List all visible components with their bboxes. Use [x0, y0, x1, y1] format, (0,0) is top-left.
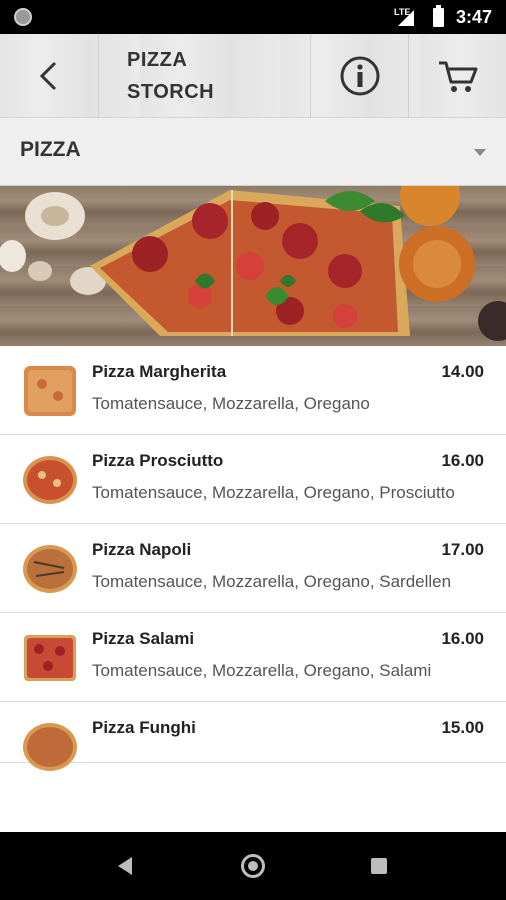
title-line-2: STORCH — [127, 81, 215, 103]
item-price: 17.00 — [441, 540, 484, 559]
clock: 3:47 — [456, 7, 493, 27]
cart-icon — [438, 61, 477, 92]
nav-home-icon[interactable] — [241, 854, 265, 878]
item-description: Tomatensauce, Mozzarella, Oregano, Sarde… — [92, 572, 452, 591]
item-price: 15.00 — [441, 718, 484, 737]
info-icon — [340, 56, 379, 96]
item-name: Pizza Napoli — [92, 540, 192, 559]
pizza-banner-image — [0, 186, 506, 346]
pizza-thumbnail — [23, 545, 77, 593]
title-line-1: PIZZA — [127, 49, 188, 71]
notification-icon — [14, 8, 32, 26]
menu-item[interactable]: Pizza Funghi 15.00 — [0, 702, 506, 771]
menu-item[interactable]: Pizza Salami 16.00 Tomatensauce, Mozzare… — [0, 613, 506, 702]
menu-item[interactable]: Pizza Napoli 17.00 Tomatensauce, Mozzare… — [0, 524, 506, 613]
app-header: PIZZA STORCH — [0, 34, 506, 118]
item-name: Pizza Salami — [92, 629, 195, 648]
info-button[interactable] — [310, 34, 408, 118]
chevron-left-icon — [39, 61, 57, 91]
dropdown-arrow-icon — [474, 149, 486, 156]
item-price: 14.00 — [441, 362, 484, 381]
back-button[interactable] — [0, 34, 98, 118]
item-description: Tomatensauce, Mozzarella, Oregano, Prosc… — [92, 483, 455, 502]
menu-item[interactable]: Pizza Prosciutto 16.00 Tomatensauce, Moz… — [0, 435, 506, 524]
item-description: Tomatensauce, Mozzarella, Oregano — [92, 394, 370, 413]
network-type: LTE — [394, 7, 411, 17]
nav-back-icon[interactable] — [118, 857, 132, 875]
item-name: Pizza Prosciutto — [92, 451, 224, 470]
pizza-thumbnail — [24, 635, 76, 681]
status-bar: LTE 3:47 — [0, 0, 506, 34]
pizza-thumbnail — [23, 456, 77, 504]
battery-icon — [433, 5, 444, 27]
category-label: PIZZA — [20, 138, 81, 161]
category-dropdown[interactable]: PIZZA — [0, 118, 506, 186]
menu-item[interactable]: Pizza Margherita 14.00 Tomatensauce, Moz… — [0, 346, 506, 435]
system-navigation-bar — [0, 832, 506, 900]
item-price: 16.00 — [441, 451, 484, 470]
menu-list: Pizza Margherita 14.00 Tomatensauce, Moz… — [0, 346, 506, 832]
pizza-thumbnail — [24, 366, 76, 416]
item-description: Tomatensauce, Mozzarella, Oregano, Salam… — [92, 661, 432, 680]
item-name: Pizza Margherita — [92, 362, 227, 381]
pizza-thumbnail — [23, 723, 77, 771]
nav-recents-icon[interactable] — [371, 858, 387, 874]
restaurant-title: PIZZA STORCH — [98, 34, 310, 118]
item-name: Pizza Funghi — [92, 718, 196, 737]
item-price: 16.00 — [441, 629, 484, 648]
cart-button[interactable] — [408, 34, 506, 118]
